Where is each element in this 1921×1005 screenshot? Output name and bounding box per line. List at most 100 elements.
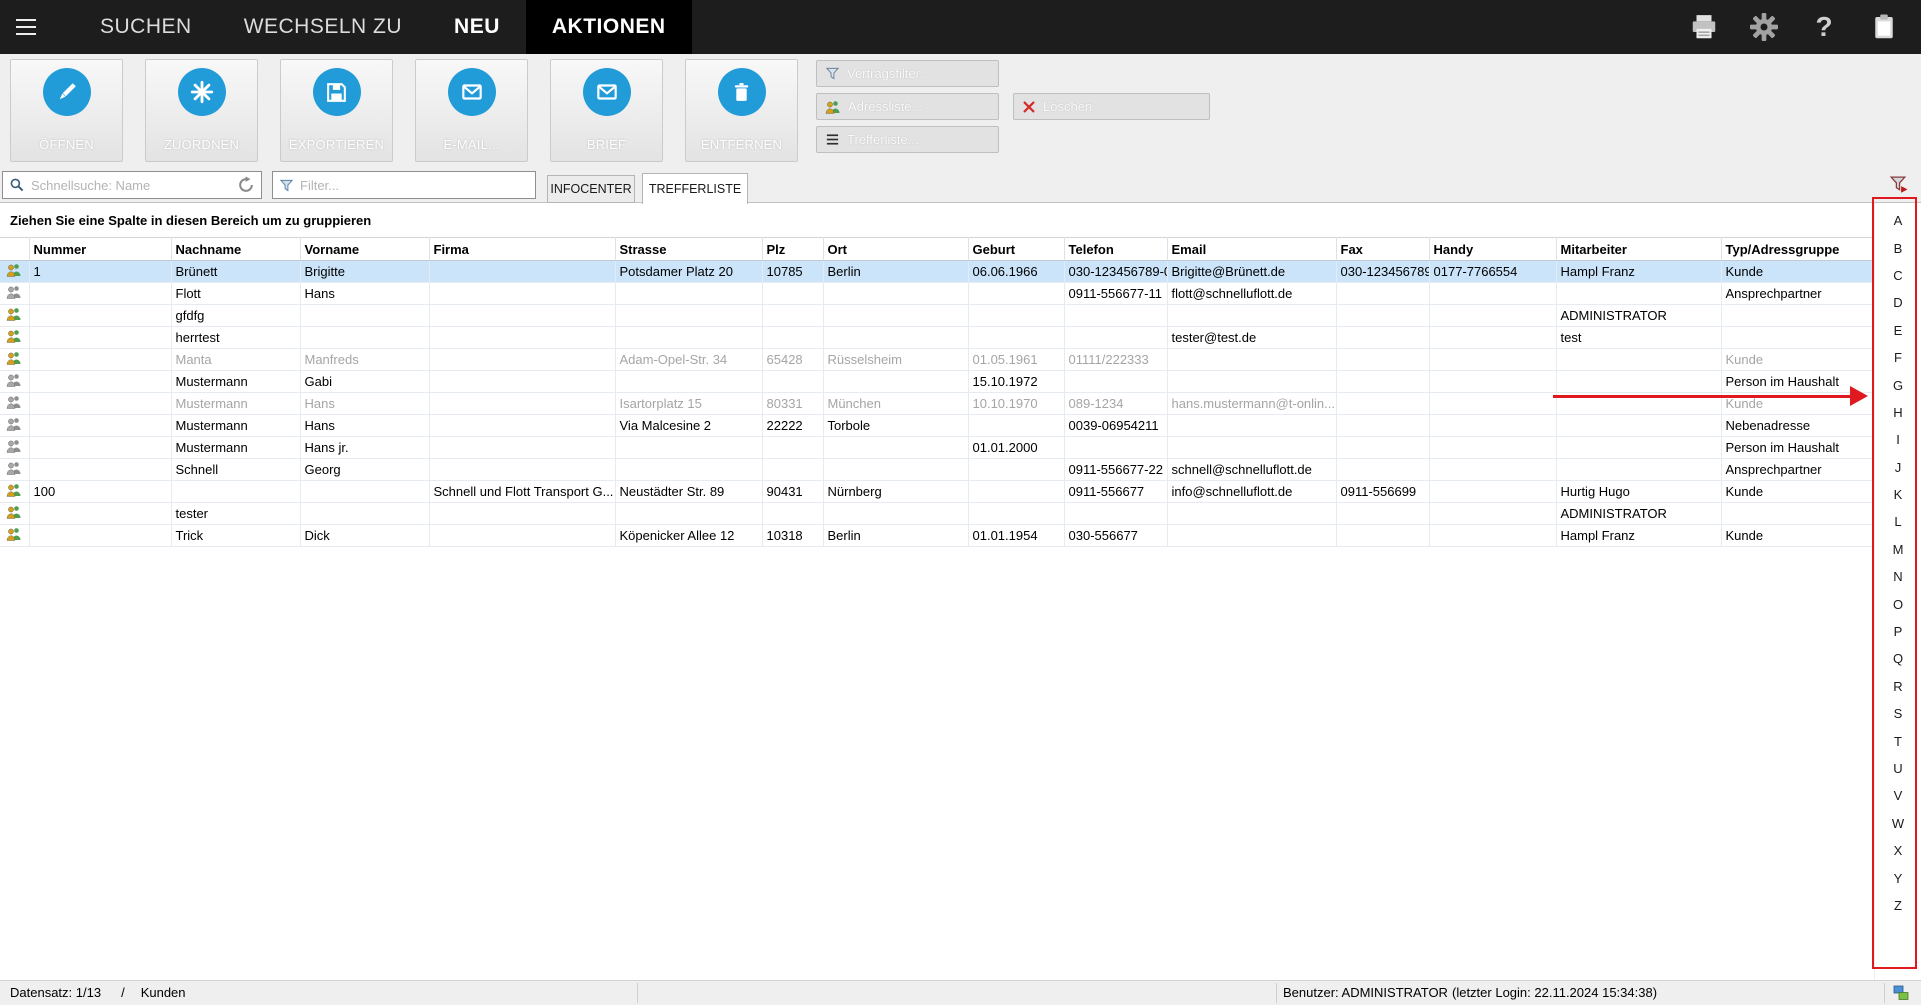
grid-cell xyxy=(615,305,762,327)
grid-cell xyxy=(429,349,615,371)
table-row[interactable]: MustermannHansIsartorplatz 1580331Münche… xyxy=(0,393,1874,415)
alphabet-letter-c[interactable]: C xyxy=(1875,262,1921,289)
column-header-typ-adressgruppe[interactable]: Typ/Adressgruppe xyxy=(1721,238,1874,261)
grid-cell: 030-556677 xyxy=(1064,525,1167,547)
column-header-handy[interactable]: Handy xyxy=(1429,238,1556,261)
alphabet-letter-m[interactable]: M xyxy=(1875,536,1921,563)
alphabet-filter-icon[interactable] xyxy=(1888,174,1909,200)
alphabet-letter-x[interactable]: X xyxy=(1875,837,1921,864)
grid-cell xyxy=(300,503,429,525)
grid-cell xyxy=(1336,305,1429,327)
statusbar: Datensatz: 1/13 / Kunden Benutzer: ADMIN… xyxy=(0,980,1921,1005)
grid-cell xyxy=(1336,371,1429,393)
grid-cell xyxy=(823,459,968,481)
column-header-nachname[interactable]: Nachname xyxy=(171,238,300,261)
adressliste-button[interactable]: Adressliste... xyxy=(816,93,999,120)
alphabet-letter-h[interactable]: H xyxy=(1875,399,1921,426)
help-icon[interactable]: ? xyxy=(1809,12,1839,42)
alphabet-letter-w[interactable]: W xyxy=(1875,810,1921,837)
table-row[interactable]: testerADMINISTRATOR xyxy=(0,503,1874,525)
column-header-plz[interactable]: Plz xyxy=(762,238,823,261)
column-header-email[interactable]: Email xyxy=(1167,238,1336,261)
grid-cell xyxy=(29,437,171,459)
hamburger-menu-icon[interactable] xyxy=(0,0,52,54)
tab-trefferliste[interactable]: TREFFERLISTE xyxy=(642,173,748,204)
alphabet-letter-r[interactable]: R xyxy=(1875,673,1921,700)
open-button[interactable]: ÖFFNEN xyxy=(10,59,123,162)
alphabet-letter-v[interactable]: V xyxy=(1875,782,1921,809)
contacts-icon xyxy=(825,100,841,114)
grid-cell: Rüsselsheim xyxy=(823,349,968,371)
column-header-fax[interactable]: Fax xyxy=(1336,238,1429,261)
column-header-vorname[interactable]: Vorname xyxy=(300,238,429,261)
table-row[interactable]: TrickDickKöpenicker Allee 1210318Berlin0… xyxy=(0,525,1874,547)
email-button[interactable]: E-MAIL... xyxy=(415,59,528,162)
export-button[interactable]: EXPORTIEREN xyxy=(280,59,393,162)
alphabet-letter-f[interactable]: F xyxy=(1875,344,1921,371)
alphabet-letter-k[interactable]: K xyxy=(1875,481,1921,508)
statusbar-divider xyxy=(1884,983,1885,1003)
table-row[interactable]: gfdfgADMINISTRATOR xyxy=(0,305,1874,327)
table-row[interactable]: herrtesttester@test.detest xyxy=(0,327,1874,349)
table-row[interactable]: MustermannHansVia Malcesine 222222Torbol… xyxy=(0,415,1874,437)
table-row[interactable]: SchnellGeorg0911-556677-22schnell@schnel… xyxy=(0,459,1874,481)
table-row[interactable]: MantaManfredsAdam-Opel-Str. 3465428Rüsse… xyxy=(0,349,1874,371)
column-header-strasse[interactable]: Strasse xyxy=(615,238,762,261)
column-header-geburt[interactable]: Geburt xyxy=(968,238,1064,261)
tab-infocenter[interactable]: INFOCENTER xyxy=(547,175,635,203)
quick-search-input[interactable] xyxy=(31,178,231,193)
column-header-mitarbeiter[interactable]: Mitarbeiter xyxy=(1556,238,1721,261)
remove-button[interactable]: ENTFERNEN xyxy=(685,59,798,162)
delete-button[interactable]: Löschen xyxy=(1013,93,1210,120)
grid-cell xyxy=(1336,327,1429,349)
grid-cell xyxy=(429,261,615,283)
alphabet-letter-l[interactable]: L xyxy=(1875,508,1921,535)
grid-cell xyxy=(429,283,615,305)
column-header-ort[interactable]: Ort xyxy=(823,238,968,261)
letter-button[interactable]: BRIEF xyxy=(550,59,663,162)
alphabet-letter-g[interactable]: G xyxy=(1875,371,1921,398)
alphabet-letter-y[interactable]: Y xyxy=(1875,864,1921,891)
column-header-nummer[interactable]: Nummer xyxy=(29,238,171,261)
clipboard-icon[interactable] xyxy=(1869,12,1899,42)
results-grid: NummerNachnameVornameFirmaStrassePlzOrtG… xyxy=(0,237,1874,547)
connection-status-icon[interactable] xyxy=(1893,985,1909,1004)
alphabet-letter-b[interactable]: B xyxy=(1875,234,1921,261)
menu-item-suchen[interactable]: SUCHEN xyxy=(74,0,218,54)
menu-item-wechseln-zu[interactable]: WECHSELN ZU xyxy=(218,0,428,54)
settings-gear-icon[interactable] xyxy=(1749,12,1779,42)
table-row[interactable]: FlottHans0911-556677-11flott@schnelluflo… xyxy=(0,283,1874,305)
assign-button[interactable]: ZUORDNEN xyxy=(145,59,258,162)
filter-input[interactable] xyxy=(300,178,529,193)
alphabet-letter-a[interactable]: A xyxy=(1875,207,1921,234)
table-row[interactable]: MustermannGabi15.10.1972Person im Hausha… xyxy=(0,371,1874,393)
menu-item-aktionen[interactable]: AKTIONEN xyxy=(526,0,692,54)
alphabet-letter-o[interactable]: O xyxy=(1875,590,1921,617)
alphabet-letter-z[interactable]: Z xyxy=(1875,892,1921,919)
vertragsfilter-button[interactable]: Vertragsfilter... xyxy=(816,60,999,87)
alphabet-letter-d[interactable]: D xyxy=(1875,289,1921,316)
alphabet-letter-s[interactable]: S xyxy=(1875,700,1921,727)
table-row[interactable]: 1BrünettBrigittePotsdamer Platz 2010785B… xyxy=(0,261,1874,283)
export-button-label: EXPORTIEREN xyxy=(289,137,384,152)
alphabet-letter-i[interactable]: I xyxy=(1875,426,1921,453)
alphabet-letter-j[interactable]: J xyxy=(1875,454,1921,481)
contact-icon-color xyxy=(0,305,29,327)
trefferliste-button[interactable]: Trefferliste... xyxy=(816,126,999,153)
alphabet-letter-e[interactable]: E xyxy=(1875,317,1921,344)
grid-cell: Kunde xyxy=(1721,525,1874,547)
table-row[interactable]: MustermannHans jr.01.01.2000Person im Ha… xyxy=(0,437,1874,459)
printer-icon[interactable] xyxy=(1689,12,1719,42)
alphabet-letter-q[interactable]: Q xyxy=(1875,645,1921,672)
grid-cell xyxy=(1556,459,1721,481)
table-row[interactable]: 100Schnell und Flott Transport G...Neust… xyxy=(0,481,1874,503)
refresh-icon[interactable] xyxy=(237,176,255,194)
menu-item-neu[interactable]: NEU xyxy=(428,0,526,54)
alphabet-letter-t[interactable]: T xyxy=(1875,727,1921,754)
alphabet-letter-p[interactable]: P xyxy=(1875,618,1921,645)
column-header-telefon[interactable]: Telefon xyxy=(1064,238,1167,261)
column-header-firma[interactable]: Firma xyxy=(429,238,615,261)
alphabet-letter-u[interactable]: U xyxy=(1875,755,1921,782)
alphabet-letter-n[interactable]: N xyxy=(1875,563,1921,590)
grid-cell xyxy=(429,459,615,481)
